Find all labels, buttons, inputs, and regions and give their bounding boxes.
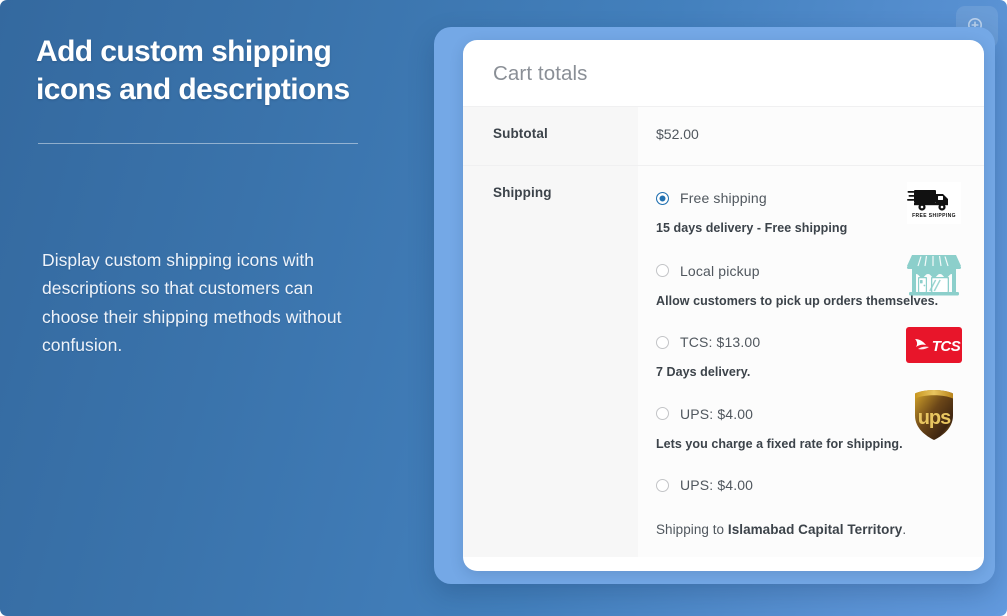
shipping-option-label: Free shipping [680,190,767,206]
svg-text:TCS: TCS [932,338,961,355]
list-item: UPS: $4.00 Lets you charge a fixed rate … [656,389,966,454]
shipping-option-label: TCS: $13.00 [680,334,761,350]
title-divider [38,143,358,144]
shipping-option-label: Local pickup [680,262,760,279]
promo-description: Display custom shipping icons with descr… [42,250,342,356]
cart-totals-table: Subtotal $52.00 Shipping Free shipping 1… [463,106,984,557]
promo-banner: Add custom shipping icons and descriptio… [0,0,1007,616]
promo-text-panel: Add custom shipping icons and descriptio… [0,0,430,616]
radio-free-shipping[interactable] [656,191,669,205]
shipping-destination-location: Islamabad Capital Territory [727,522,903,537]
shipping-destination-suffix: . [902,522,907,537]
radio-ups[interactable] [656,407,669,420]
radio-local-pickup[interactable] [656,264,669,277]
shipping-destination-prefix: Shipping to [656,522,728,537]
svg-text:FREE SHIPPING: FREE SHIPPING [912,213,956,219]
ups-shield-icon: ups [906,387,962,443]
shipping-option-label: UPS: $4.00 [680,477,754,493]
table-row-shipping: Shipping Free shipping 15 days delivery … [463,165,984,557]
cart-totals-title: Cart totals [493,62,588,85]
shipping-option-ups-secondary[interactable]: UPS: $4.00 [656,472,966,498]
shipping-option-label: UPS: $4.00 [680,405,754,422]
cart-totals-card: Cart totals Subtotal $52.00 Shipping Fre… [463,40,984,571]
shipping-label: Shipping [463,165,638,557]
list-item: Free shipping 15 days delivery - Free sh… [656,182,966,238]
radio-ups-secondary[interactable] [656,478,669,492]
page-title-line-1: Add custom shipping [36,35,332,68]
free-shipping-truck-icon: FREE SHIPPING [906,175,962,231]
list-item: Local pickup Allow customers to pick up … [656,254,966,311]
tcs-logo-icon: TCS [906,317,962,373]
table-row-subtotal: Subtotal $52.00 [463,106,984,166]
subtotal-label: Subtotal [463,106,638,166]
shipping-destination: Shipping to Islamabad Capital Territory. [656,522,966,537]
subtotal-value: $52.00 [656,126,699,142]
shipping-method-list: Free shipping 15 days delivery - Free sh… [656,182,966,498]
storefront-icon [906,244,962,300]
page-title-line-2: icons and descriptions [36,72,350,106]
radio-tcs[interactable] [656,335,669,349]
list-item: UPS: $4.00 [656,472,966,498]
page-title: Add custom shipping icons and descriptio… [36,33,406,109]
list-item: TCS: $13.00 7 Days delivery. TCS [656,327,966,382]
svg-text:ups: ups [918,407,951,429]
